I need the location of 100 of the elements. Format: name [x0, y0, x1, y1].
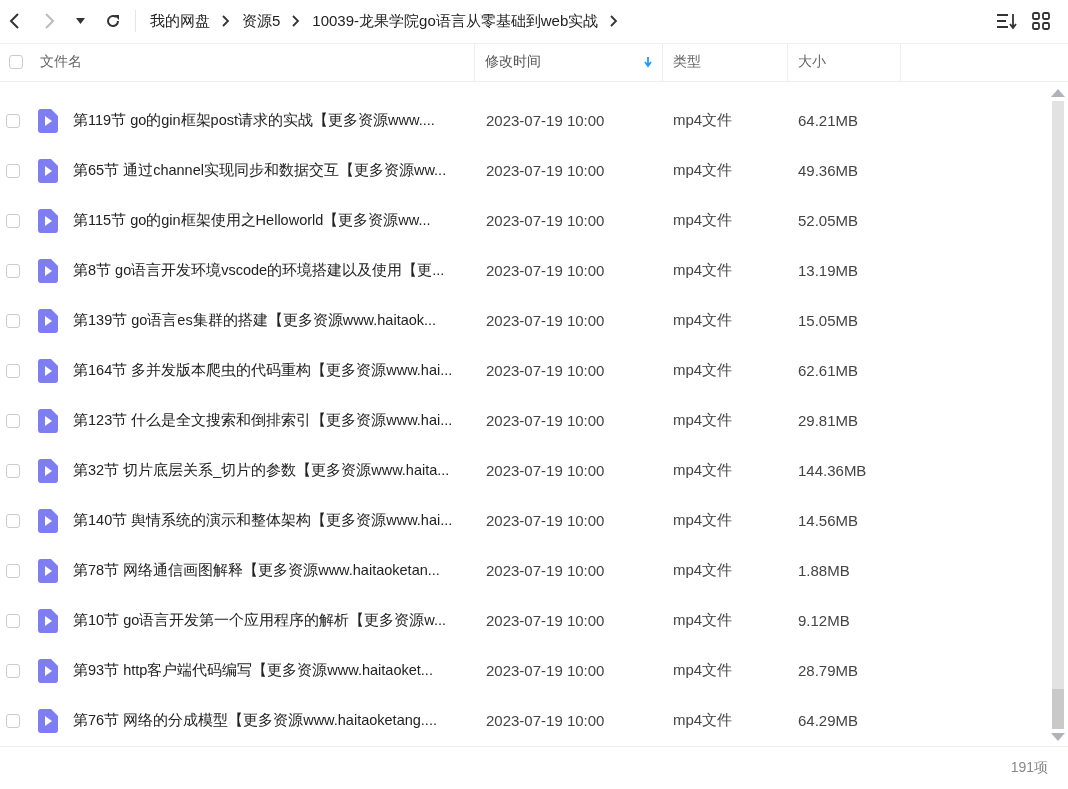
modified-time: 2023-07-19 10:00 — [486, 362, 606, 380]
file-size: 64.29MB — [798, 712, 860, 730]
file-name[interactable]: 第10节 go语言开发第一个应用程序的解析【更多资源w... — [73, 611, 486, 631]
forward-icon[interactable] — [42, 12, 56, 31]
file-size: 13.19MB — [798, 262, 860, 280]
modified-time: 2023-07-19 10:00 — [486, 562, 606, 580]
file-name[interactable]: 第139节 go语言es集群的搭建【更多资源www.haitaok... — [73, 311, 486, 331]
row-checkbox[interactable] — [6, 464, 20, 478]
file-type: mp4文件 — [673, 711, 734, 731]
video-file-icon — [38, 159, 58, 183]
file-size: 28.79MB — [798, 662, 860, 680]
file-size: 29.81MB — [798, 412, 860, 430]
modified-time: 2023-07-19 10:00 — [486, 162, 606, 180]
row-checkbox[interactable] — [6, 364, 20, 378]
select-all-checkbox[interactable] — [9, 55, 23, 70]
modified-time: 2023-07-19 10:00 — [486, 662, 606, 680]
video-file-icon — [38, 409, 58, 433]
column-header[interactable]: 大小 — [798, 53, 826, 72]
video-file-icon — [38, 359, 58, 383]
file-name[interactable]: 第32节 切片底层关系_切片的参数【更多资源www.haita... — [73, 461, 486, 481]
modified-time: 2023-07-19 10:00 — [486, 112, 606, 130]
file-name[interactable]: 第119节 go的gin框架post请求的实战【更多资源www.... — [73, 111, 486, 131]
video-file-icon — [38, 659, 58, 683]
file-type: mp4文件 — [673, 561, 734, 581]
modified-time: 2023-07-19 10:00 — [486, 512, 606, 530]
video-file-icon — [38, 309, 58, 333]
column-header[interactable]: 修改时间 — [485, 53, 541, 72]
column-header[interactable]: 类型 — [673, 53, 701, 72]
sort-arrow-icon — [644, 57, 652, 68]
grid-view-icon[interactable] — [1032, 12, 1050, 31]
file-name[interactable]: 第78节 网络通信画图解释【更多资源www.haitaoketan... — [73, 561, 486, 581]
row-checkbox[interactable] — [6, 614, 20, 628]
back-icon[interactable] — [8, 12, 22, 31]
modified-time: 2023-07-19 10:00 — [486, 462, 606, 480]
video-file-icon — [38, 209, 58, 233]
video-file-icon — [38, 609, 58, 633]
modified-time: 2023-07-19 10:00 — [486, 712, 606, 730]
scroll-down-icon[interactable] — [1051, 733, 1065, 742]
row-checkbox[interactable] — [6, 114, 20, 128]
file-size: 52.05MB — [798, 212, 860, 230]
file-size: 64.21MB — [798, 112, 860, 130]
file-size: 49.36MB — [798, 162, 860, 180]
modified-time: 2023-07-19 10:00 — [486, 412, 606, 430]
chevron-icon — [610, 15, 619, 28]
file-type: mp4文件 — [673, 311, 734, 331]
file-type: mp4文件 — [673, 111, 734, 131]
file-type: mp4文件 — [673, 211, 734, 231]
file-name[interactable]: 第76节 网络的分成模型【更多资源www.haitaoketang.... — [73, 711, 486, 731]
row-checkbox[interactable] — [6, 714, 20, 728]
breadcrumb-link[interactable]: 资源5 — [242, 12, 281, 31]
video-file-icon — [38, 459, 58, 483]
row-checkbox[interactable] — [6, 264, 20, 278]
file-name[interactable]: 第93节 http客户端代码编写【更多资源www.haitaoket... — [73, 661, 486, 681]
file-size: 144.36MB — [798, 462, 868, 480]
file-size: 9.12MB — [798, 612, 851, 630]
video-file-icon — [38, 109, 58, 133]
video-file-icon — [38, 259, 58, 283]
file-size: 15.05MB — [798, 312, 860, 330]
file-type: mp4文件 — [673, 661, 734, 681]
file-size: 14.56MB — [798, 512, 860, 530]
row-checkbox[interactable] — [6, 514, 20, 528]
chevron-icon — [222, 15, 230, 28]
file-type: mp4文件 — [673, 161, 734, 181]
sort-icon[interactable] — [996, 12, 1018, 31]
modified-time: 2023-07-19 10:00 — [486, 612, 606, 630]
breadcrumb-link[interactable]: 我的网盘 — [150, 12, 210, 31]
file-name[interactable]: 第8节 go语言开发环境vscode的环境搭建以及使用【更... — [73, 261, 486, 281]
row-checkbox[interactable] — [6, 664, 20, 678]
video-file-icon — [38, 709, 58, 733]
chevron-icon — [292, 15, 301, 28]
row-checkbox[interactable] — [6, 164, 20, 178]
modified-time: 2023-07-19 10:00 — [486, 312, 606, 330]
file-name[interactable]: 第115节 go的gin框架使用之Helloworld【更多资源ww... — [73, 211, 486, 231]
video-file-icon — [38, 509, 58, 533]
scrollbar-track[interactable] — [1052, 101, 1064, 729]
modified-time: 2023-07-19 10:00 — [486, 262, 606, 280]
modified-time: 2023-07-19 10:00 — [486, 212, 606, 230]
file-type: mp4文件 — [673, 261, 734, 281]
row-checkbox[interactable] — [6, 214, 20, 228]
scroll-up-icon[interactable] — [1051, 88, 1065, 97]
dropdown-caret-icon[interactable] — [76, 18, 85, 25]
file-type: mp4文件 — [673, 611, 734, 631]
row-checkbox[interactable] — [6, 564, 20, 578]
refresh-icon[interactable] — [105, 13, 121, 30]
file-type: mp4文件 — [673, 511, 734, 531]
scrollbar-thumb[interactable] — [1052, 689, 1064, 729]
file-name[interactable]: 第164节 多并发版本爬虫的代码重构【更多资源www.hai... — [73, 361, 486, 381]
item-count: 191项 — [1010, 759, 1048, 777]
file-type: mp4文件 — [673, 411, 734, 431]
file-name[interactable]: 第140节 舆情系统的演示和整体架构【更多资源www.hai... — [73, 511, 486, 531]
file-name[interactable]: 第65节 通过channel实现同步和数据交互【更多资源ww... — [73, 161, 486, 181]
video-file-icon — [38, 559, 58, 583]
column-header[interactable]: 文件名 — [40, 53, 82, 72]
file-type: mp4文件 — [673, 361, 734, 381]
file-size: 1.88MB — [798, 562, 851, 580]
row-checkbox[interactable] — [6, 414, 20, 428]
row-checkbox[interactable] — [6, 314, 20, 328]
file-name[interactable]: 第123节 什么是全文搜索和倒排索引【更多资源www.hai... — [73, 411, 486, 431]
breadcrumb-link[interactable]: 10039-龙果学院go语言从零基础到web实战 — [312, 12, 599, 31]
file-type: mp4文件 — [673, 461, 734, 481]
